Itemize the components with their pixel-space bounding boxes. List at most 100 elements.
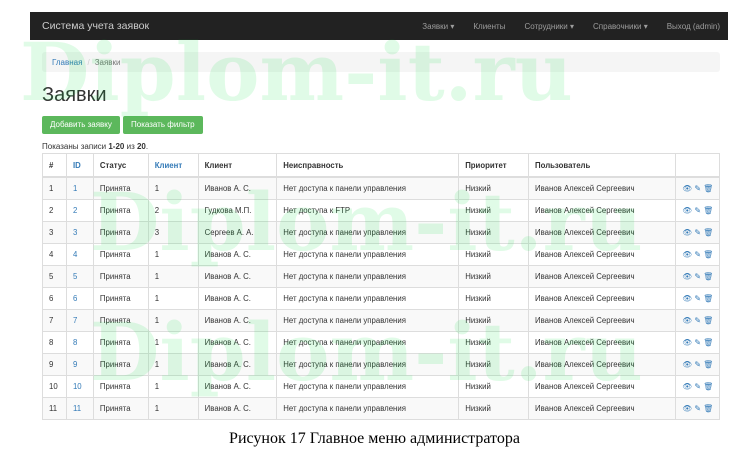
table-cell: 2 [42, 199, 67, 222]
table-cell: 1 [42, 176, 67, 200]
view-icon[interactable]: 👁 [682, 382, 692, 391]
edit-icon[interactable]: ✎ [694, 250, 701, 259]
table-cell: 1 [147, 375, 199, 398]
view-icon[interactable]: 👁 [682, 206, 692, 215]
table-cell: Принята [92, 309, 149, 332]
delete-icon[interactable]: 🗑 [703, 228, 713, 237]
delete-icon[interactable]: 🗑 [703, 338, 713, 347]
edit-icon[interactable]: ✎ [694, 316, 701, 325]
table-cell: Иванов Алексей Сергеевич [528, 331, 677, 354]
table-cell: Нет доступа к панели управления [276, 287, 460, 310]
edit-icon[interactable]: ✎ [694, 360, 701, 369]
view-icon[interactable]: 👁 [682, 184, 692, 193]
table-cell: Принята [92, 176, 149, 200]
add-request-button[interactable]: Добавить заявку [42, 116, 120, 134]
nav-logout[interactable]: Выход (admin) [667, 22, 720, 31]
table-cell: 5 [65, 265, 94, 288]
column-header[interactable]: Клиент [147, 153, 199, 178]
table-cell: Иванов Алексей Сергеевич [528, 353, 677, 376]
view-icon[interactable]: 👁 [682, 250, 692, 259]
edit-icon[interactable]: ✎ [694, 184, 701, 193]
table-cell: Иванов Алексей Сергеевич [528, 287, 677, 310]
column-header [675, 153, 720, 178]
table-cell: Нет доступа к панели управления [276, 243, 460, 266]
nav-requests[interactable]: Заявки ▾ [422, 22, 454, 31]
column-header: Клиент [197, 153, 278, 178]
table-cell: Низкий [458, 309, 530, 332]
table-cell: Иванов А. С. [197, 265, 278, 288]
breadcrumb-separator: / [87, 57, 90, 67]
table-cell: 6 [42, 287, 67, 310]
view-icon[interactable]: 👁 [682, 338, 692, 347]
delete-icon[interactable]: 🗑 [703, 184, 713, 193]
table-row: 10 10 Принята 1 Иванов А. С. Нет доступа к па… [42, 375, 720, 398]
table-row: 3 3 Принята 3 Сергеев А. А. Нет доступа к пан… [42, 221, 720, 244]
table-cell: 1 [147, 309, 199, 332]
delete-icon[interactable]: 🗑 [703, 360, 713, 369]
view-icon[interactable]: 👁 [682, 316, 692, 325]
show-filter-button[interactable]: Показать фильтр [123, 116, 203, 134]
table-cell: Нет доступа к панели управления [276, 265, 460, 288]
table-cell: Иванов Алексей Сергеевич [528, 243, 677, 266]
breadcrumb-home[interactable]: Главная [52, 58, 82, 67]
delete-icon[interactable]: 🗑 [703, 316, 713, 325]
row-actions: 👁 ✎ 🗑 [675, 375, 720, 398]
table-cell: Иванов А. С. [197, 309, 278, 332]
table-cell: 1 [147, 176, 199, 200]
table-cell: 8 [42, 331, 67, 354]
table-cell: Иванов Алексей Сергеевич [528, 199, 677, 222]
table-cell: 2 [65, 199, 94, 222]
table-row: 1 1 Принята 1 Иванов А. С. Нет доступа к пане… [42, 176, 720, 200]
edit-icon[interactable]: ✎ [694, 338, 701, 347]
table-cell: Принята [92, 265, 149, 288]
delete-icon[interactable]: 🗑 [703, 404, 713, 413]
table-cell: Сергеев А. А. [197, 221, 278, 244]
edit-icon[interactable]: ✎ [694, 294, 701, 303]
view-icon[interactable]: 👁 [682, 360, 692, 369]
table-cell: Иванов А. С. [197, 243, 278, 266]
table-cell: Низкий [458, 375, 530, 398]
table-cell: Нет доступа к панели управления [276, 353, 460, 376]
edit-icon[interactable]: ✎ [694, 272, 701, 281]
nav-clients[interactable]: Клиенты [473, 22, 505, 31]
summary-prefix: Показаны записи [42, 142, 109, 151]
view-icon[interactable]: 👁 [682, 272, 692, 281]
table-cell: Иванов Алексей Сергеевич [528, 397, 677, 420]
table-cell: Принята [92, 243, 149, 266]
view-icon[interactable]: 👁 [682, 404, 692, 413]
table-cell: Иванов Алексей Сергеевич [528, 221, 677, 244]
row-actions: 👁 ✎ 🗑 [675, 221, 720, 244]
table-cell: Принята [92, 199, 149, 222]
delete-icon[interactable]: 🗑 [703, 382, 713, 391]
view-icon[interactable]: 👁 [682, 294, 692, 303]
nav-employees[interactable]: Сотрудники ▾ [524, 22, 574, 31]
brand-link[interactable]: Система учета заявок [42, 20, 422, 32]
table-cell: Низкий [458, 397, 530, 420]
table-cell: Нет доступа к FTP [276, 199, 460, 222]
table-cell: Принята [92, 375, 149, 398]
edit-icon[interactable]: ✎ [694, 382, 701, 391]
table-cell: 11 [42, 397, 67, 420]
row-actions: 👁 ✎ 🗑 [675, 199, 720, 222]
table-cell: Иванов А. С. [197, 331, 278, 354]
table-cell: 5 [42, 265, 67, 288]
table-cell: Нет доступа к панели управления [276, 221, 460, 244]
table-row: 9 9 Принята 1 Иванов А. С. Нет доступа к пане… [42, 353, 720, 376]
table-cell: Нет доступа к панели управления [276, 176, 460, 200]
column-header[interactable]: ID [65, 153, 94, 178]
view-icon[interactable]: 👁 [682, 228, 692, 237]
column-header: # [42, 153, 67, 178]
row-actions: 👁 ✎ 🗑 [675, 309, 720, 332]
row-actions: 👁 ✎ 🗑 [675, 265, 720, 288]
delete-icon[interactable]: 🗑 [703, 206, 713, 215]
delete-icon[interactable]: 🗑 [703, 294, 713, 303]
delete-icon[interactable]: 🗑 [703, 272, 713, 281]
table-cell: 1 [147, 353, 199, 376]
edit-icon[interactable]: ✎ [694, 404, 701, 413]
delete-icon[interactable]: 🗑 [703, 250, 713, 259]
table-cell: Иванов А. С. [197, 375, 278, 398]
nav-references[interactable]: Справочники ▾ [593, 22, 648, 31]
edit-icon[interactable]: ✎ [694, 206, 701, 215]
edit-icon[interactable]: ✎ [694, 228, 701, 237]
requests-table: # ID Статус Клиент Клиент Неисправность Приори… [42, 153, 720, 420]
